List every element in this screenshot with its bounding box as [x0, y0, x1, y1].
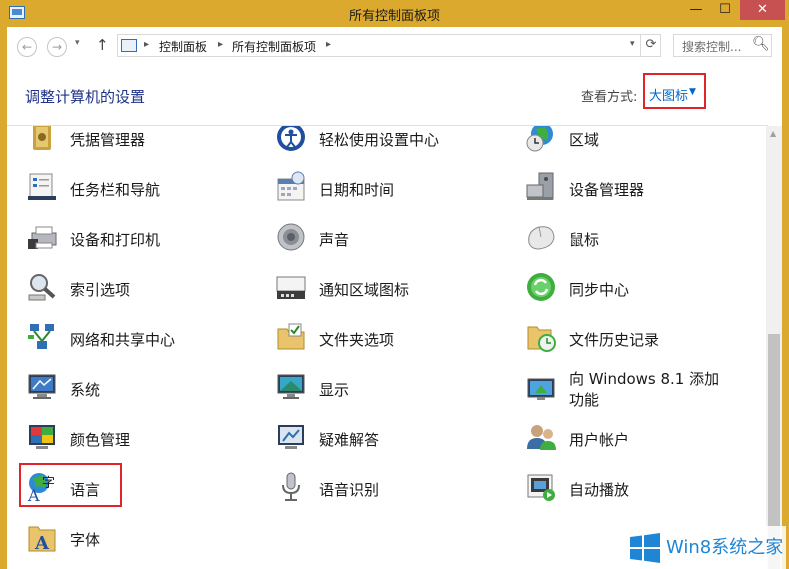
breadcrumb-all-items[interactable]: 所有控制面板项	[232, 38, 316, 55]
mouse-icon	[528, 226, 555, 250]
display-icon	[277, 374, 305, 399]
item-label: 疑难解答	[319, 431, 380, 449]
address-bar[interactable]: ▸ 控制面板 ▸ 所有控制面板项 ▸ ▾ ⟳	[117, 34, 661, 57]
window-border-right	[782, 27, 789, 569]
item-label: 颜色管理	[70, 431, 131, 449]
forward-button[interactable]: →	[47, 37, 67, 57]
breadcrumb-separator-icon[interactable]: ▸	[218, 39, 223, 50]
troubleshooting-icon	[278, 425, 304, 449]
navigation-bar: ← → ▾ ↑ ▸ 控制面板 ▸ 所有控制面板项 ▸ ▾ ⟳ 搜索控制... 🔍…	[7, 27, 782, 65]
view-by-label: 查看方式:	[581, 90, 638, 105]
vertical-scrollbar[interactable]: ▲	[766, 126, 782, 569]
minimize-button[interactable]: —	[683, 0, 709, 20]
page-title: 调整计算机的设置	[25, 88, 146, 106]
items-grid: 凭据管理器 轻松使用设置中心 区域 任务栏和导航 日期和时间 设备管理器 设备和…	[7, 126, 768, 569]
view-by-value[interactable]: 大图标	[649, 85, 688, 104]
scroll-up-icon[interactable]: ▲	[770, 129, 776, 138]
svg-text:A: A	[34, 533, 50, 553]
item-label: 用户帐户	[569, 431, 630, 449]
watermark-text: Win8系统之家	[666, 537, 784, 558]
sync-center-icon	[527, 273, 555, 301]
ease-of-access-icon	[277, 126, 305, 151]
recent-locations-chevron-icon[interactable]: ▾	[75, 38, 80, 48]
search-icon[interactable]: 🔍︎	[752, 36, 770, 52]
search-input[interactable]: 搜索控制...	[682, 38, 741, 55]
add-features-icon	[527, 378, 555, 400]
device-manager-icon	[526, 172, 554, 200]
control-panel-icon	[121, 39, 137, 52]
close-button[interactable]: ✕	[740, 0, 785, 20]
item-label: 网络和共享中心	[70, 331, 176, 349]
folder-options-icon	[277, 323, 305, 350]
item-label: 语音识别	[319, 481, 380, 499]
item-label: 区域	[569, 131, 600, 149]
breadcrumb-separator-icon[interactable]: ▸	[326, 39, 331, 50]
item-label: 索引选项	[70, 281, 131, 299]
annotation-highlight	[19, 463, 122, 507]
autoplay-icon	[527, 474, 555, 501]
system-icon	[28, 374, 56, 399]
notification-icons-icon	[276, 276, 306, 299]
item-label: 任务栏和导航	[70, 181, 161, 199]
item-label: 自动播放	[569, 481, 630, 499]
date-time-icon	[277, 171, 305, 201]
credential-manager-icon	[33, 126, 51, 150]
file-history-icon	[527, 326, 556, 352]
refresh-button[interactable]: ⟳	[640, 35, 661, 56]
item-label: 声音	[319, 231, 350, 249]
item-label: 系统	[70, 381, 101, 399]
window-title: 所有控制面板项	[348, 9, 440, 24]
devices-printers-icon	[28, 226, 57, 249]
item-label: 显示	[319, 381, 350, 399]
speech-recognition-icon	[282, 472, 300, 501]
item-label: 设备和打印机	[70, 231, 161, 249]
region-icon	[526, 126, 553, 152]
sound-icon	[277, 223, 305, 251]
item-label: 鼠标	[569, 231, 600, 249]
indexing-icon	[28, 274, 56, 301]
item-label: 凭据管理器	[70, 131, 146, 149]
item-label: 设备管理器	[569, 181, 645, 199]
view-by-dropdown[interactable]: 大图标 ▼	[643, 73, 706, 109]
item-label: 字体	[70, 531, 101, 549]
item-label: 同步中心	[569, 281, 630, 299]
title-bar: 所有控制面板项 — ☐ ✕	[0, 0, 789, 27]
item-label: 文件历史记录	[569, 331, 660, 349]
network-icon	[28, 324, 54, 349]
search-box[interactable]: 搜索控制... 🔍︎	[673, 34, 772, 57]
fonts-icon: A	[28, 526, 56, 553]
breadcrumb-control-panel[interactable]: 控制面板	[159, 38, 207, 55]
watermark: Win8系统之家	[624, 526, 786, 569]
maximize-button[interactable]: ☐	[712, 0, 738, 20]
window-border-left	[0, 27, 7, 569]
item-label: 通知区域图标	[319, 281, 410, 299]
item-label: 日期和时间	[319, 181, 395, 199]
up-button[interactable]: ↑	[96, 36, 109, 54]
color-management-icon	[29, 425, 55, 449]
item-label: 轻松使用设置中心	[319, 131, 440, 149]
item-label: 文件夹选项	[319, 331, 395, 349]
back-button[interactable]: ←	[17, 37, 37, 57]
windows-logo-icon	[630, 533, 660, 563]
taskbar-icon	[28, 173, 56, 200]
item-label: 向 Windows 8.1 添加功能	[569, 370, 720, 409]
user-accounts-icon	[527, 425, 556, 450]
address-dropdown-icon[interactable]: ▾	[630, 39, 635, 49]
chevron-down-icon[interactable]: ▼	[689, 87, 696, 97]
content-header: 调整计算机的设置 查看方式: 大图标 ▼	[7, 65, 782, 125]
breadcrumb-separator-icon[interactable]: ▸	[144, 39, 149, 50]
